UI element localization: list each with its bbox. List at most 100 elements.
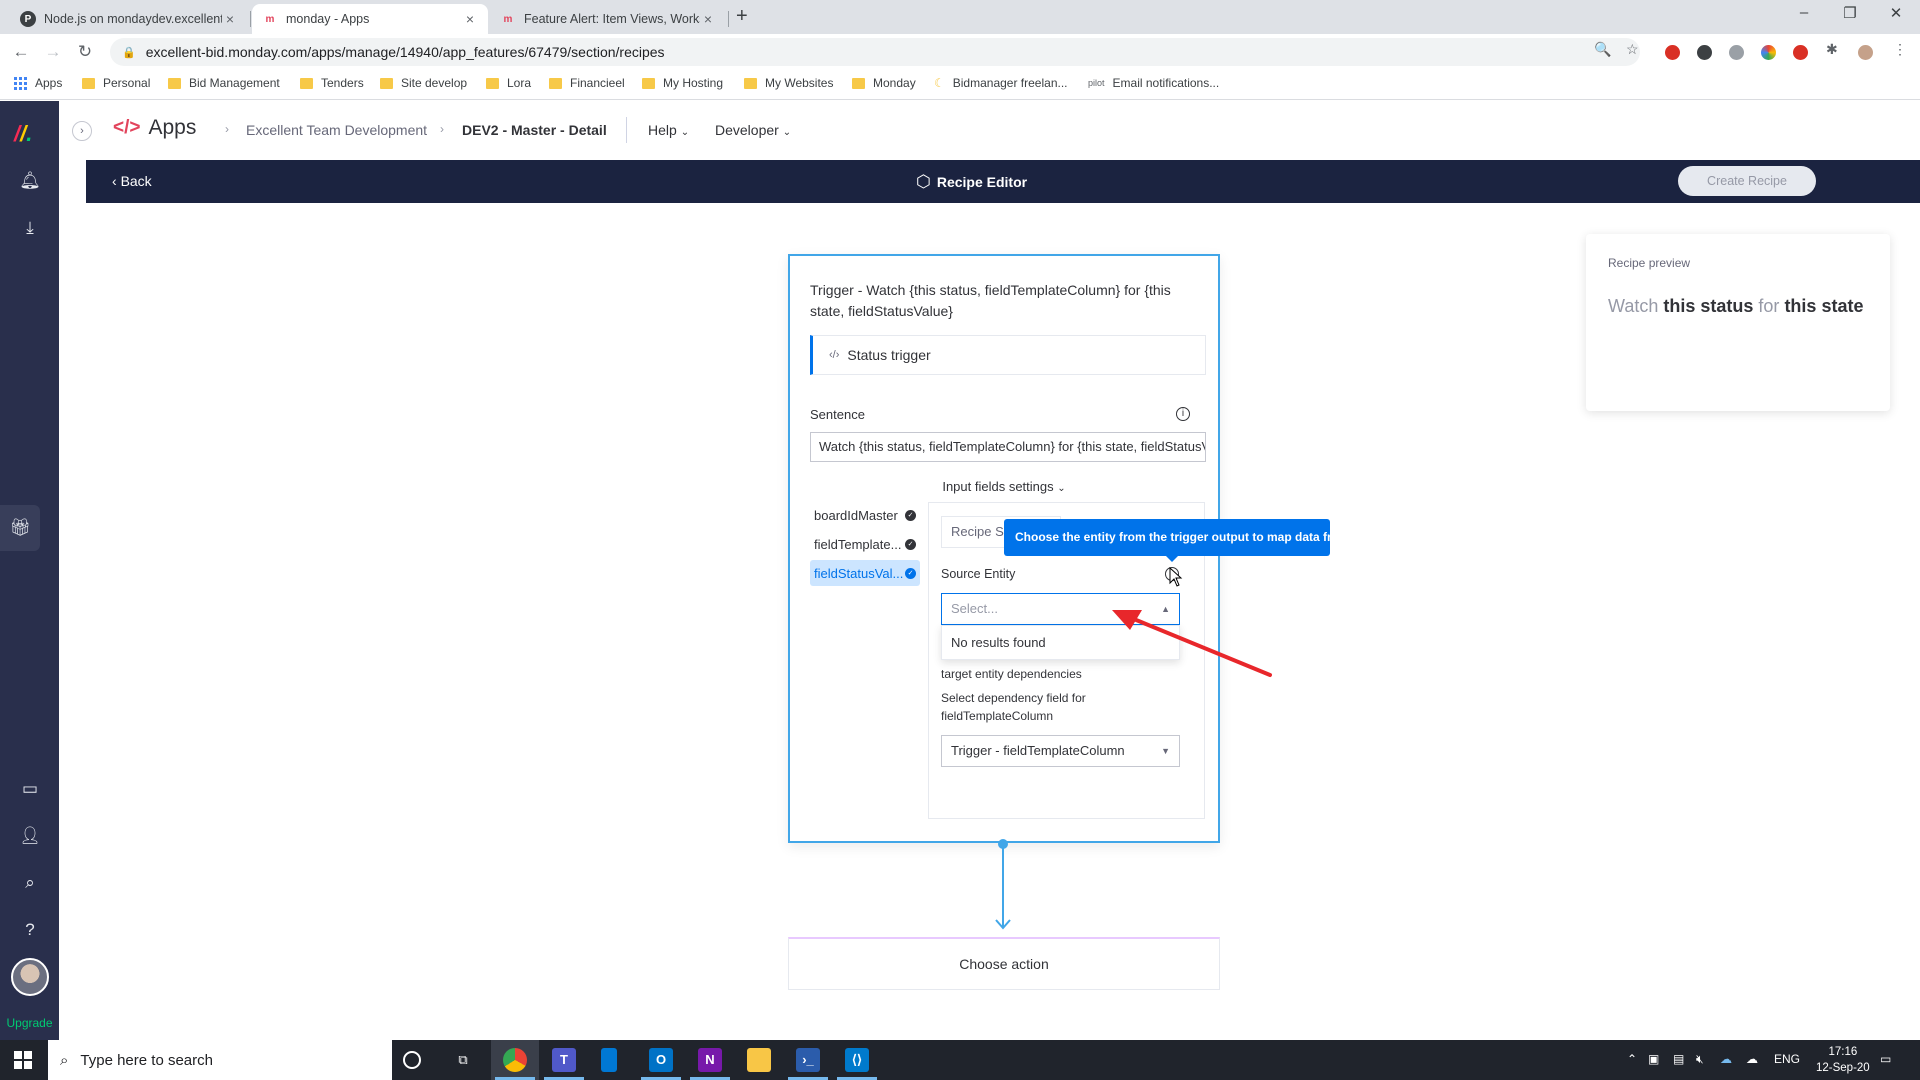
chrome-icon[interactable] [503,1048,527,1072]
chevron-up-icon[interactable]: ⌃ [1627,1052,1637,1066]
windows-start-icon[interactable] [14,1051,32,1069]
download-icon[interactable]: ⤓ [18,216,42,240]
mouse-cursor-icon [1169,567,1183,587]
maximize-button[interactable]: ❐ [1827,4,1873,22]
cortana-icon[interactable] [403,1051,421,1069]
close-icon[interactable]: × [700,11,716,27]
code-brackets-icon: </> [113,117,141,138]
bookmark-monday[interactable]: Monday [852,76,916,90]
file-explorer-icon[interactable] [747,1048,771,1072]
task-view-icon[interactable]: ⧉ [451,1048,475,1072]
bookmark-my-hosting[interactable]: My Hosting [642,76,723,90]
outlook-icon[interactable]: O [649,1048,673,1072]
close-icon[interactable]: × [462,11,478,27]
bookmark-email-notifications[interactable]: pilot Email notifications... [1088,76,1219,90]
status-trigger-box[interactable]: ‹/› Status trigger [810,335,1206,375]
new-tab-button[interactable]: + [736,5,748,28]
bookmark-bidmanager[interactable]: ☾ Bidmanager freelan... [934,76,1068,90]
dependency-select[interactable]: Trigger - fieldTemplateColumn ▼ [941,735,1180,767]
zoom-icon[interactable]: 🔍 [1594,41,1611,58]
invite-user-icon[interactable]: 👤︎ [18,824,42,848]
search-icon[interactable]: ⌕ [18,871,42,895]
bookmark-site-develop[interactable]: Site develop [380,76,467,90]
list-item[interactable]: boardIdMaster ✓ [810,502,920,528]
apps-logo[interactable]: </> Apps [113,116,196,140]
extension-icon[interactable] [1793,45,1808,60]
sentence-input[interactable]: Watch {this status, fieldTemplateColumn}… [810,432,1206,462]
help-icon[interactable]: ? [18,918,42,942]
reload-icon[interactable]: ↻ [74,41,96,63]
monday-icon: m [265,13,275,25]
trigger-title: Trigger - Watch {this status, fieldTempl… [810,282,1171,319]
browser-tab-feature-alert[interactable]: m Feature Alert: Item Views, Worksp × [490,4,726,34]
back-arrow-icon[interactable]: ← [10,41,32,63]
profile-avatar[interactable] [1858,45,1873,60]
back-button[interactable]: ‹ Back [112,173,152,189]
arrow-down-icon [995,919,1011,930]
bookmark-financieel[interactable]: Financieel [549,76,625,90]
bookmark-bid-management[interactable]: Bid Management [168,76,280,90]
choose-action-card[interactable]: Choose action [788,937,1220,990]
calendar-icon[interactable]: ▭ [18,777,42,801]
breadcrumb-workspace[interactable]: Excellent Team Development [246,122,427,138]
onedrive-icon[interactable]: ☁ [1720,1052,1732,1066]
bookmark-personal[interactable]: Personal [82,76,150,90]
powershell-icon[interactable]: ›_ [796,1048,820,1072]
browser-tab-monday-apps[interactable]: m monday - Apps × [252,4,488,34]
vscode-icon[interactable]: ⟨⟩ [845,1048,869,1072]
notepad-icon[interactable] [601,1048,617,1072]
folder-icon [486,77,499,89]
language-indicator[interactable]: ENG [1774,1052,1800,1066]
bell-icon[interactable]: 🔔︎ [18,169,42,193]
chevron-right-icon[interactable]: › [72,121,92,141]
forward-arrow-icon[interactable]: → [42,41,64,63]
bookmark-tenders[interactable]: Tenders [300,76,364,90]
list-item[interactable]: fieldTemplate... ✓ [810,531,920,557]
monitor-icon[interactable]: ▣ [1648,1052,1659,1066]
sentence-label: Sentence [810,407,865,422]
chevron-down-icon: ⌄ [1057,483,1066,494]
create-recipe-button[interactable]: Create Recipe [1678,166,1816,196]
recipe-preview-label: Recipe preview [1608,256,1691,270]
bookmark-apps[interactable]: Apps [14,76,62,90]
search-icon: ⌕ [60,1051,69,1069]
cloud-icon[interactable]: ☁ [1746,1052,1758,1066]
onenote-icon[interactable]: N [698,1048,722,1072]
kebab-menu-icon[interactable]: ⋮ [1893,41,1907,58]
browser-tab-node[interactable]: P Node.js on mondaydev.excellent- × [10,4,248,34]
bookmark-star-icon[interactable]: ☆ [1626,41,1639,58]
chevron-left-icon: ‹ [112,173,117,189]
extension-icon[interactable] [1729,45,1744,60]
check-circle-icon: ✓ [905,567,916,579]
input-fields-settings-toggle[interactable]: Input fields settings ⌄ [790,479,1218,494]
extension-icon[interactable] [1761,45,1776,60]
taskbar-search-input[interactable]: ⌕ Type here to search [48,1040,392,1080]
notification-icon[interactable]: ▭ [1880,1052,1891,1066]
minimize-button[interactable]: – [1781,4,1827,21]
upgrade-link[interactable]: Upgrade [0,1016,59,1030]
avatar[interactable] [11,958,49,996]
teams-icon[interactable]: T [552,1048,576,1072]
close-icon[interactable]: × [222,11,238,27]
dependency-text: Select dependency field for fieldTemplat… [941,691,1086,723]
breadcrumb-app[interactable]: DEV2 - Master - Detail [462,122,607,138]
extension-icon[interactable] [1697,45,1712,60]
volume-mute-icon[interactable]: 🔇︎ [1696,1052,1704,1067]
list-item[interactable]: fieldStatusVal... ✓ [810,560,920,586]
windows-taskbar: ⌕ Type here to search ⧉ T O N ›_ ⟨⟩ ⌃ ▣ … [0,1040,1920,1080]
input-fields-list: boardIdMaster ✓ fieldTemplate... ✓ fieldSt… [810,502,920,589]
address-bar[interactable]: 🔒 excellent-bid.monday.com/apps/manage/1… [110,38,1640,66]
info-icon[interactable]: i [1176,407,1190,421]
bookmark-lora[interactable]: Lora [486,76,531,90]
clock[interactable]: 17:16 12-Sep-20 [1816,1044,1870,1076]
bookmark-my-websites[interactable]: My Websites [744,76,833,90]
monday-logo-icon[interactable]: //. [14,121,32,147]
developer-menu[interactable]: Developer ⌄ [715,122,791,138]
puzzle-icon[interactable]: ✱ [1826,41,1838,58]
gift-icon[interactable]: 🎁︎ [0,505,40,551]
chevron-right-icon: › [225,122,229,136]
help-menu[interactable]: Help ⌄ [648,122,689,138]
network-icon[interactable]: ▤ [1673,1052,1684,1066]
window-close-button[interactable]: ✕ [1873,4,1919,22]
extension-icon[interactable] [1665,45,1680,60]
